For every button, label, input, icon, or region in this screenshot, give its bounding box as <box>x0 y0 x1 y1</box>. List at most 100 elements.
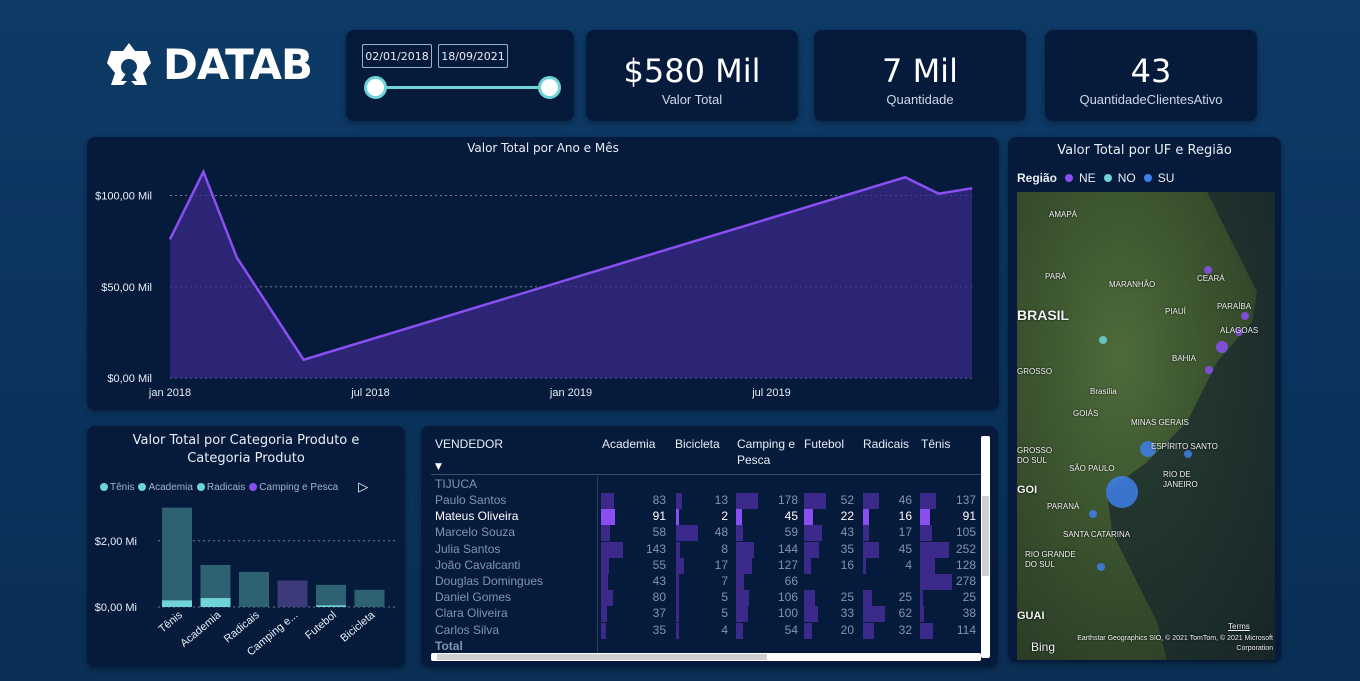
map-label: DO SUL <box>1025 560 1055 569</box>
matrix-table[interactable]: VENDEDOR Academia Bicicleta Camping e Pesca… <box>421 426 991 667</box>
datab-logo-icon <box>107 42 151 85</box>
cell-value: 17 <box>714 557 728 572</box>
cell-value: 48 <box>714 525 728 540</box>
cell-value: 35 <box>840 541 854 556</box>
legend-su: SU <box>1157 171 1175 185</box>
vendedor-name[interactable]: Carlos Silva <box>435 623 499 637</box>
start-date-input[interactable]: 02/01/2018 <box>362 44 432 68</box>
kpi-value: $580 Mil <box>623 52 761 90</box>
cell-value: 32 <box>898 622 912 637</box>
data-bar <box>676 590 679 607</box>
vendedor-name[interactable]: Marcelo Souza <box>435 525 515 539</box>
cell-value: 106 <box>777 590 798 605</box>
vendedor-name[interactable]: João Cavalcanti <box>435 558 520 572</box>
date-slider-track[interactable] <box>376 86 550 89</box>
vendedor-name[interactable]: Mateus Oliveira <box>435 509 518 523</box>
end-date-input[interactable]: 18/09/2021 <box>438 44 508 68</box>
data-bar <box>676 541 680 558</box>
data-point <box>169 238 171 240</box>
x-tick-label: Tênis <box>157 609 186 636</box>
table-row[interactable]: Paulo Santos 83 13 178 52 46 137 <box>421 493 991 509</box>
date-range-slicer[interactable]: 02/01/2018 18/09/2021 <box>346 30 574 121</box>
data-point <box>904 176 906 178</box>
table-row[interactable]: Clara Oliveira 37 5 100 33 62 38 <box>421 606 991 623</box>
y-tick-label: $50,00 Mil <box>101 282 152 294</box>
data-bar <box>804 541 819 558</box>
data-bar <box>736 606 749 623</box>
cell-value: 38 <box>962 606 976 621</box>
map-label: Brasília <box>1090 387 1117 396</box>
bubble-su[interactable] <box>1184 450 1192 458</box>
table-row[interactable]: Douglas Domingues 43 7 66 278 <box>421 574 991 590</box>
map-label: PARANÁ <box>1047 502 1080 511</box>
data-bar <box>601 509 615 526</box>
data-bar <box>601 493 614 509</box>
data-bar <box>736 590 750 607</box>
column-header[interactable]: Camping e Pesca <box>737 436 797 468</box>
bing-logo: Bing <box>1031 640 1056 654</box>
cell-value: 5 <box>721 606 728 621</box>
data-bar <box>736 541 754 558</box>
vertical-scrollbar[interactable] <box>981 436 990 658</box>
area-fill <box>170 171 972 378</box>
cell-value: 91 <box>962 509 976 524</box>
bubble-su[interactable] <box>1106 476 1138 508</box>
bubble-ne[interactable] <box>1241 312 1249 320</box>
bubble-su[interactable] <box>1097 563 1105 571</box>
line-chart[interactable]: $0,00 Mil $50,00 Mil $100,00 Mil jan 2018 ju… <box>87 137 999 410</box>
cell-value: 178 <box>777 493 798 507</box>
sort-desc-icon[interactable]: ▼ <box>435 462 442 472</box>
line-chart-panel[interactable]: Valor Total por Ano e Mês $0,00 Mil $50,0… <box>87 137 999 410</box>
table-row[interactable]: Julia Santos 143 8 144 35 45 252 <box>421 541 991 558</box>
cell-value: 114 <box>956 622 976 637</box>
cell-value: 54 <box>784 622 798 637</box>
table-row[interactable]: Carlos Silva 35 4 54 20 32 114 <box>421 622 991 639</box>
bubble-ne[interactable] <box>1216 341 1228 353</box>
map-legend-title: Região <box>1017 171 1058 185</box>
kpi-quantidade: 7 Mil Quantidade <box>814 30 1026 121</box>
map-panel[interactable]: Valor Total por UF e Região Região NE NO… <box>1008 137 1281 662</box>
map-terms-link[interactable]: Terms <box>1228 622 1250 631</box>
bubble-su[interactable] <box>1089 510 1097 518</box>
vendedor-name[interactable]: Paulo Santos <box>435 493 506 507</box>
x-tick-label: jan 2018 <box>148 387 191 399</box>
data-bar <box>863 622 875 639</box>
cell-value: 66 <box>784 574 798 588</box>
table-row[interactable]: Daniel Gomes 80 5 106 25 25 25 <box>421 590 991 607</box>
cell-value: 25 <box>962 590 976 605</box>
x-tick-label: jan 2019 <box>549 387 592 399</box>
table-row[interactable]: Marcelo Souza 58 48 59 43 17 105 <box>421 525 991 542</box>
vendedor-name[interactable]: Douglas Domingues <box>435 574 543 588</box>
map-label: MINAS GERAIS <box>1131 418 1189 427</box>
cell-value: 80 <box>652 590 666 605</box>
end-date-handle[interactable] <box>538 76 561 99</box>
map-canvas[interactable]: AMAPÁ PARÁ MARANHÃO CEARÁ PARAÍBA BRASIL… <box>1017 192 1275 660</box>
vendedor-matrix-panel[interactable]: VENDEDOR Academia Bicicleta Camping e Pesca… <box>421 426 998 667</box>
vendedor-name[interactable]: Clara Oliveira <box>435 606 508 620</box>
group-label: TIJUCA <box>435 477 477 491</box>
vendedor-name[interactable]: Julia Santos <box>435 542 500 556</box>
map-label: PIAUÍ <box>1165 307 1186 316</box>
category-chart-panel[interactable]: Valor Total por Categoria Produto e Cate… <box>87 426 405 667</box>
cell-value: 22 <box>840 509 854 524</box>
table-row[interactable]: Mateus Oliveira 91 2 45 22 16 91 <box>421 509 991 526</box>
cell-value: 59 <box>784 525 798 540</box>
vertical-scroll-thumb[interactable] <box>982 496 989 576</box>
table-row[interactable]: João Cavalcanti 55 17 127 16 4 128 <box>421 557 991 574</box>
category-bar-chart[interactable]: $0,00 Mi$2,00 MiTênisAcademiaRadicaisCam… <box>87 426 405 667</box>
vendedor-name[interactable]: Daniel Gomes <box>435 590 511 604</box>
cell-value: 4 <box>905 557 912 572</box>
bubble-ne[interactable] <box>1205 366 1213 374</box>
map-label: ALAGOAS <box>1220 326 1259 335</box>
bubble-ne[interactable] <box>1204 266 1212 274</box>
cell-value: 62 <box>898 606 912 621</box>
bubble-no[interactable] <box>1099 336 1107 344</box>
data-bar <box>920 606 925 623</box>
y-tick-label: $0,00 Mil <box>107 373 152 385</box>
column-header[interactable]: VENDEDOR <box>435 436 525 452</box>
horizontal-scroll-thumb[interactable] <box>437 654 767 660</box>
map-label: GUAI <box>1017 610 1045 622</box>
bar-highlight <box>316 605 346 607</box>
start-date-handle[interactable] <box>364 76 387 99</box>
horizontal-scrollbar[interactable] <box>431 653 981 661</box>
